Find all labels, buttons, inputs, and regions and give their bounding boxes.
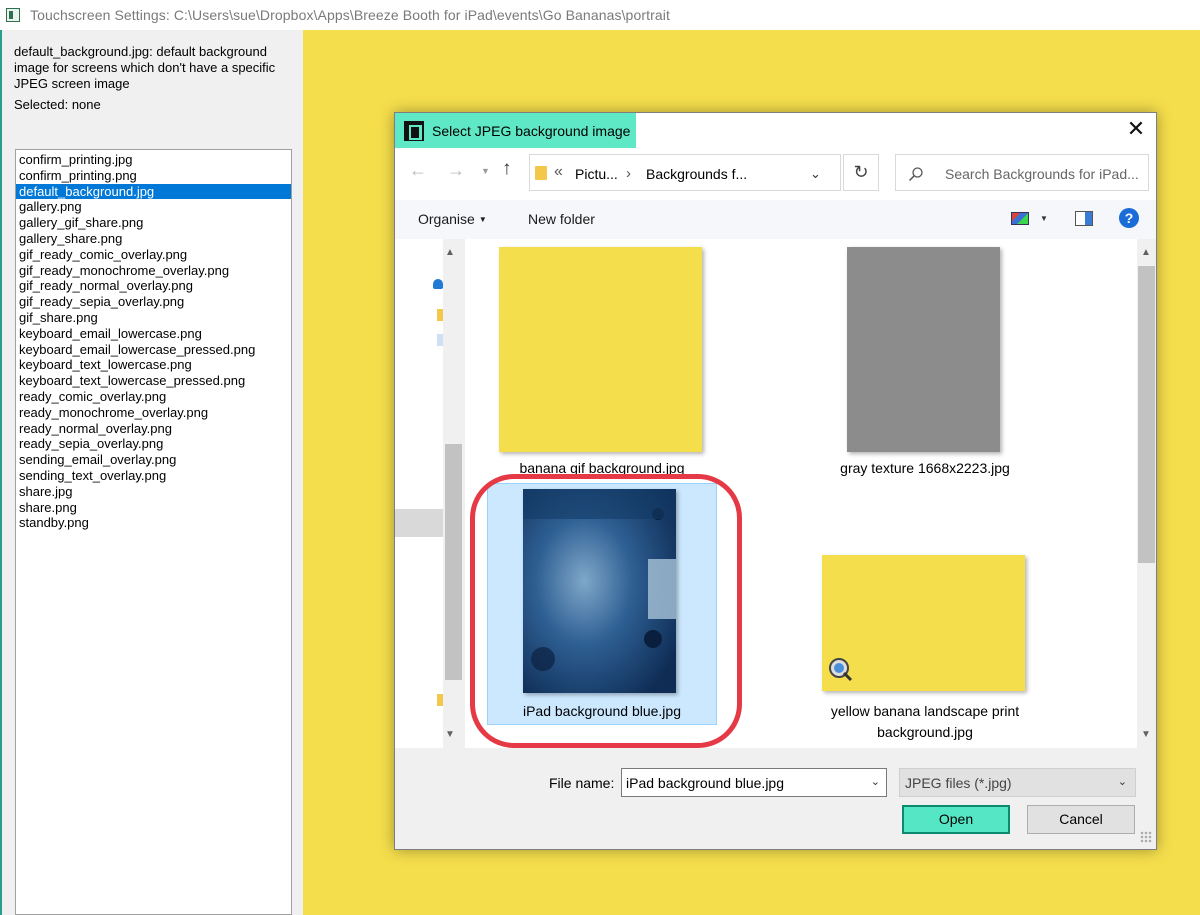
file-list-item[interactable]: ready_sepia_overlay.png: [16, 436, 291, 452]
file-list-item[interactable]: confirm_printing.jpg: [16, 152, 291, 168]
change-view-icon[interactable]: [1011, 212, 1029, 225]
file-name-label[interactable]: gray texture 1668x2223.jpg: [810, 458, 1040, 479]
dialog-titlebar: Select JPEG background image ✕: [395, 113, 1156, 148]
file-name-label-text: File name:: [549, 775, 615, 791]
dialog-title: Select JPEG background image: [432, 122, 631, 139]
chevron-down-icon[interactable]: ⌄: [1118, 775, 1127, 788]
file-view-scrollbar[interactable]: ▲ ▼: [1137, 239, 1156, 748]
file-name-input[interactable]: iPad background blue.jpg ⌄: [621, 768, 887, 797]
screen-description: default_background.jpg: default backgrou…: [14, 44, 276, 91]
file-thumbnail[interactable]: [847, 247, 1000, 452]
up-arrow-icon[interactable]: ↑: [502, 158, 512, 180]
file-thumbnail[interactable]: [822, 555, 1025, 691]
file-thumbnail[interactable]: [523, 489, 676, 693]
file-name-label[interactable]: iPad background blue.jpg: [487, 701, 717, 722]
file-type-value: JPEG files (*.jpg): [905, 775, 1012, 791]
file-name-value: iPad background blue.jpg: [626, 775, 785, 791]
close-button[interactable]: ✕: [1124, 118, 1148, 141]
breadcrumb-pictures[interactable]: Pictu...: [575, 166, 618, 182]
file-name-label[interactable]: banana gif background.jpg: [487, 458, 717, 478]
file-list-item[interactable]: gif_ready_sepia_overlay.png: [16, 294, 291, 310]
app-logo-icon: [404, 120, 424, 141]
file-list-item[interactable]: keyboard_text_lowercase.png: [16, 357, 291, 373]
chevron-down-icon[interactable]: ⌄: [871, 775, 880, 788]
breadcrumb-backgrounds[interactable]: Backgrounds f...: [646, 166, 747, 182]
file-view-scroll-thumb[interactable]: [1138, 266, 1155, 563]
file-list-item[interactable]: gallery_gif_share.png: [16, 215, 291, 231]
caret-down-icon: ▼: [478, 215, 487, 224]
folder-icon: [535, 166, 547, 180]
organise-button[interactable]: Organise ▼: [418, 211, 487, 227]
file-list-item[interactable]: share.jpg: [16, 484, 291, 500]
main-titlebar: Touchscreen Settings: C:\Users\sue\Dropb…: [0, 0, 1200, 30]
resize-grip-icon[interactable]: [1140, 831, 1152, 843]
scroll-up-icon[interactable]: ▲: [445, 247, 455, 258]
organise-label: Organise: [418, 211, 475, 227]
file-list-item[interactable]: ready_comic_overlay.png: [16, 389, 291, 405]
file-list-item[interactable]: confirm_printing.png: [16, 168, 291, 184]
cancel-button[interactable]: Cancel: [1027, 805, 1135, 834]
scroll-down-icon[interactable]: ▼: [1141, 729, 1151, 740]
file-list-item[interactable]: ready_monochrome_overlay.png: [16, 405, 291, 421]
onedrive-icon[interactable]: [433, 279, 443, 289]
new-folder-button[interactable]: New folder: [528, 211, 595, 227]
nav-scrollbar[interactable]: ▲ ▼: [443, 239, 465, 748]
address-dropdown-icon[interactable]: ⌄: [810, 166, 821, 182]
quicktime-icon: [829, 658, 853, 682]
preview-pane-icon[interactable]: [1075, 211, 1093, 226]
breadcrumb-separator-icon[interactable]: ›: [626, 165, 631, 182]
file-list-item[interactable]: keyboard_text_lowercase_pressed.png: [16, 373, 291, 389]
screen-file-list[interactable]: confirm_printing.jpg confirm_printing.png…: [15, 149, 292, 915]
dialog-toolbar: Organise ▼ New folder ▼ ?: [395, 200, 1156, 239]
open-button[interactable]: Open: [902, 805, 1010, 834]
file-list-item[interactable]: default_background.jpg: [16, 183, 291, 200]
app-icon: [6, 8, 20, 22]
file-list-item[interactable]: keyboard_email_lowercase_pressed.png: [16, 342, 291, 358]
address-row: ← → ▼ ↑ « Pictu... › Backgrounds f... ⌄ …: [395, 148, 1156, 200]
file-list-item[interactable]: gallery_share.png: [16, 231, 291, 247]
scroll-down-icon[interactable]: ▼: [445, 729, 455, 740]
file-list-item[interactable]: gif_ready_normal_overlay.png: [16, 278, 291, 294]
file-list-item[interactable]: share.png: [16, 500, 291, 516]
left-panel: default_background.jpg: default backgrou…: [2, 30, 303, 915]
navigation-pane[interactable]: ▲ ▼: [395, 239, 465, 748]
recent-locations-chevron-icon[interactable]: ▼: [481, 166, 490, 176]
help-icon[interactable]: ?: [1119, 208, 1139, 228]
search-icon: [908, 167, 923, 182]
file-list-item[interactable]: gif_ready_comic_overlay.png: [16, 247, 291, 263]
file-thumbnail[interactable]: [499, 247, 702, 452]
file-open-dialog: Select JPEG background image ✕ ← → ▼ ↑ «…: [394, 112, 1157, 850]
file-list-item[interactable]: sending_text_overlay.png: [16, 468, 291, 484]
file-list-item[interactable]: standby.png: [16, 515, 291, 531]
search-input[interactable]: Search Backgrounds for iPad...: [895, 154, 1149, 191]
selected-status: Selected: none: [14, 97, 101, 112]
address-bar[interactable]: « Pictu... › Backgrounds f... ⌄: [529, 154, 841, 191]
overflow-chevron-icon[interactable]: «: [554, 163, 563, 181]
file-list-item[interactable]: gif_ready_monochrome_overlay.png: [16, 263, 291, 279]
window-title: Touchscreen Settings: C:\Users\sue\Dropb…: [30, 7, 670, 23]
file-list-item[interactable]: gif_share.png: [16, 310, 291, 326]
file-list-item[interactable]: sending_email_overlay.png: [16, 452, 291, 468]
blue-texture-image: [523, 489, 676, 693]
file-view[interactable]: banana gif background.jpg gray texture 1…: [465, 239, 1137, 748]
scroll-up-icon[interactable]: ▲: [1141, 247, 1151, 258]
file-list-item[interactable]: keyboard_email_lowercase.png: [16, 326, 291, 342]
view-caret-down-icon[interactable]: ▼: [1040, 214, 1048, 223]
dialog-title-highlight: Select JPEG background image: [395, 113, 636, 148]
nav-scroll-thumb[interactable]: [445, 444, 462, 680]
file-list-item[interactable]: ready_normal_overlay.png: [16, 421, 291, 437]
search-placeholder: Search Backgrounds for iPad...: [945, 166, 1139, 182]
file-list-item[interactable]: gallery.png: [16, 199, 291, 215]
file-type-select[interactable]: JPEG files (*.jpg) ⌄: [899, 768, 1136, 797]
nav-selected-item[interactable]: [395, 509, 443, 537]
back-arrow-icon[interactable]: ←: [409, 160, 427, 181]
forward-arrow-icon[interactable]: →: [447, 160, 465, 181]
refresh-icon[interactable]: ↻: [843, 154, 879, 191]
file-name-label[interactable]: yellow banana landscape print background…: [810, 701, 1040, 743]
